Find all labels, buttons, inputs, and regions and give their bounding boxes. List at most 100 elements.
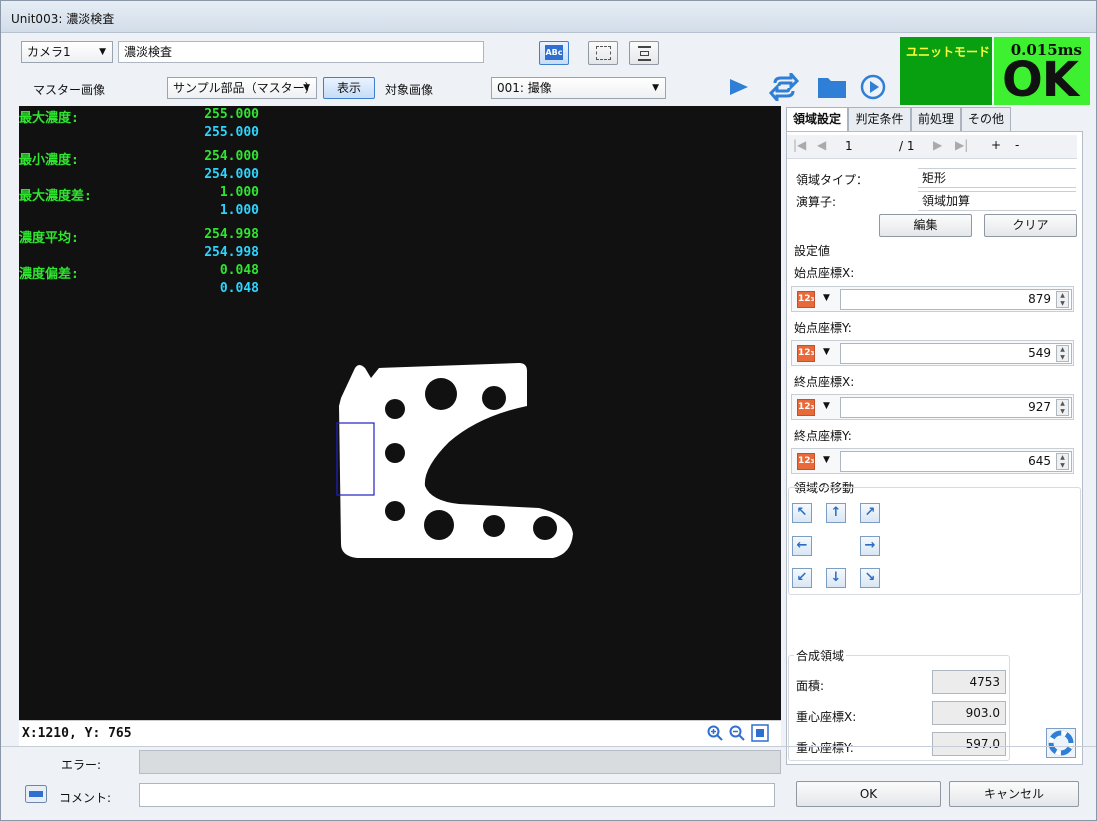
comment-label: コメント: bbox=[59, 791, 112, 805]
text-display-toggle-button[interactable]: ABc bbox=[539, 41, 569, 65]
operator-value: 領域加算 bbox=[918, 191, 1076, 211]
area-value: 4753 bbox=[932, 670, 1006, 694]
chevron-down-icon[interactable]: ▼ bbox=[823, 293, 830, 303]
part-image bbox=[336, 363, 573, 558]
ok-button[interactable]: OK bbox=[796, 781, 941, 807]
numeric-input-icon[interactable]: 12₃ bbox=[797, 345, 815, 362]
play-icon[interactable] bbox=[727, 75, 751, 99]
clear-button[interactable]: クリア bbox=[984, 214, 1077, 237]
chevron-down-icon[interactable]: ▼ bbox=[823, 347, 830, 357]
judgement-result: OK bbox=[1002, 52, 1079, 108]
numeric-input-icon[interactable]: 12₃ bbox=[797, 399, 815, 416]
zoom-out-icon[interactable] bbox=[729, 725, 745, 741]
centroid-x-value: 903.0 bbox=[932, 701, 1006, 725]
first-page-icon[interactable]: |◀ bbox=[793, 138, 806, 152]
next-page-icon[interactable]: ▶ bbox=[933, 138, 942, 152]
window-title: Unit003: 濃淡検査 bbox=[11, 12, 115, 26]
start-y-input[interactable]: 549 bbox=[840, 343, 1072, 364]
start-x-input[interactable]: 879 bbox=[840, 289, 1072, 310]
end-y-input[interactable]: 645 bbox=[840, 451, 1072, 472]
centroid-y-label: 重心座標Y: bbox=[796, 741, 854, 755]
composite-region-title: 合成領域 bbox=[794, 647, 847, 664]
start-x-label: 始点座標X: bbox=[794, 266, 855, 280]
spinner-icon[interactable]: ▲ ▼ bbox=[1056, 291, 1069, 308]
master-image-label: マスター画像 bbox=[33, 83, 106, 97]
chevron-down-icon: ▼ bbox=[652, 83, 659, 93]
numeric-input-icon[interactable]: 12₃ bbox=[797, 453, 815, 470]
end-x-field-row: 12₃ ▼ 927 ▲ ▼ bbox=[791, 394, 1074, 420]
tab-region-settings[interactable]: 領域設定 bbox=[786, 107, 848, 133]
target-image-select[interactable]: 001: 撮像 ▼ bbox=[491, 77, 666, 99]
layout-toggle-button[interactable] bbox=[629, 41, 659, 65]
centroid-y-value: 597.0 bbox=[932, 732, 1006, 756]
title-bar: Unit003: 濃淡検査 bbox=[1, 1, 1096, 33]
chevron-down-icon: ▼ bbox=[99, 47, 106, 57]
tab-other[interactable]: その他 bbox=[961, 107, 1011, 132]
move-up-right-icon[interactable]: ↗ bbox=[860, 503, 880, 523]
unit-mode-label: ユニットモード bbox=[906, 45, 991, 59]
show-master-button[interactable]: 表示 bbox=[323, 77, 375, 99]
page-total: / 1 bbox=[899, 139, 915, 153]
move-right-icon[interactable]: → bbox=[860, 536, 880, 556]
numeric-input-icon[interactable]: 12₃ bbox=[797, 291, 815, 308]
image-viewer[interactable]: 最大濃度: 255.000 255.000 最小濃度: 254.000 254.… bbox=[19, 106, 781, 720]
inspection-name-input[interactable]: 濃淡検査 bbox=[118, 41, 484, 63]
cancel-button[interactable]: キャンセル bbox=[949, 781, 1079, 807]
edit-button[interactable]: 編集 bbox=[879, 214, 972, 237]
tab-judgement-conditions[interactable]: 判定条件 bbox=[848, 107, 911, 132]
operator-label: 演算子: bbox=[796, 195, 837, 209]
spinner-icon[interactable]: ▲ ▼ bbox=[1056, 399, 1069, 416]
move-down-icon[interactable]: ↓ bbox=[826, 568, 846, 588]
centroid-x-label: 重心座標X: bbox=[796, 710, 857, 724]
target-image-select-value: 001: 撮像 bbox=[497, 81, 552, 95]
move-down-left-icon[interactable]: ↙ bbox=[792, 568, 812, 588]
remove-region-button[interactable]: - bbox=[1015, 138, 1019, 152]
cursor-coordinates: X:1210, Y: 765 bbox=[22, 726, 132, 741]
region-display-toggle-button[interactable] bbox=[588, 41, 618, 65]
end-x-label: 終点座標X: bbox=[794, 375, 855, 389]
last-page-icon[interactable]: ▶| bbox=[955, 138, 968, 152]
master-image-select[interactable]: サンプル部品（マスター） ▼ bbox=[167, 77, 317, 99]
area-label: 面積: bbox=[796, 679, 825, 693]
run-circle-icon[interactable] bbox=[859, 73, 887, 101]
start-y-field-row: 12₃ ▼ 549 ▲ ▼ bbox=[791, 340, 1074, 366]
add-region-button[interactable]: + bbox=[991, 138, 1001, 152]
keyboard-icon[interactable] bbox=[25, 785, 47, 803]
chevron-down-icon: ▼ bbox=[303, 83, 310, 93]
camera-select-value: カメラ1 bbox=[27, 45, 71, 59]
unit-mode-panel: ユニットモード bbox=[900, 37, 992, 105]
coordinate-bar: X:1210, Y: 765 bbox=[19, 720, 781, 746]
move-down-right-icon[interactable]: ↘ bbox=[860, 568, 880, 588]
comment-input[interactable] bbox=[139, 783, 775, 807]
abc-text-icon: ABc bbox=[545, 45, 563, 60]
fit-to-window-icon[interactable] bbox=[751, 724, 769, 742]
target-image-label: 対象画像 bbox=[385, 83, 434, 97]
align-icon-inner bbox=[640, 51, 649, 56]
move-up-left-icon[interactable]: ↖ bbox=[792, 503, 812, 523]
camera-select[interactable]: カメラ1 ▼ bbox=[21, 41, 113, 63]
dashed-rect-icon bbox=[596, 46, 611, 60]
zoom-in-icon[interactable] bbox=[707, 725, 723, 741]
region-pager: |◀ ◀ 1 / 1 ▶ ▶| + - bbox=[787, 135, 1077, 159]
error-label: エラー: bbox=[61, 758, 102, 772]
region-type-value: 矩形 bbox=[918, 168, 1076, 188]
tab-preprocessing[interactable]: 前処理 bbox=[911, 107, 961, 132]
page-current[interactable]: 1 bbox=[845, 139, 853, 153]
end-x-input[interactable]: 927 bbox=[840, 397, 1072, 418]
move-up-icon[interactable]: ↑ bbox=[826, 503, 846, 523]
spinner-icon[interactable]: ▲ ▼ bbox=[1056, 453, 1069, 470]
chevron-down-icon[interactable]: ▼ bbox=[823, 401, 830, 411]
settings-group-title: 設定値 bbox=[794, 244, 831, 258]
folder-icon[interactable] bbox=[817, 74, 847, 100]
chevron-down-icon[interactable]: ▼ bbox=[823, 455, 830, 465]
master-image-select-value: サンプル部品（マスター） bbox=[173, 81, 317, 95]
help-lifebuoy-icon[interactable] bbox=[1046, 728, 1076, 758]
move-left-icon[interactable]: ← bbox=[792, 536, 812, 556]
spinner-icon[interactable]: ▲ ▼ bbox=[1056, 345, 1069, 362]
prev-page-icon[interactable]: ◀ bbox=[817, 138, 826, 152]
dialog-window: Unit003: 濃淡検査 カメラ1 ▼ 濃淡検査 ABc マスター画像 サンプル… bbox=[0, 0, 1097, 821]
footer-divider bbox=[1, 746, 1096, 747]
repeat-icon[interactable] bbox=[769, 73, 799, 101]
start-x-field-row: 12₃ ▼ 879 ▲ ▼ bbox=[791, 286, 1074, 312]
end-y-label: 終点座標Y: bbox=[794, 429, 852, 443]
